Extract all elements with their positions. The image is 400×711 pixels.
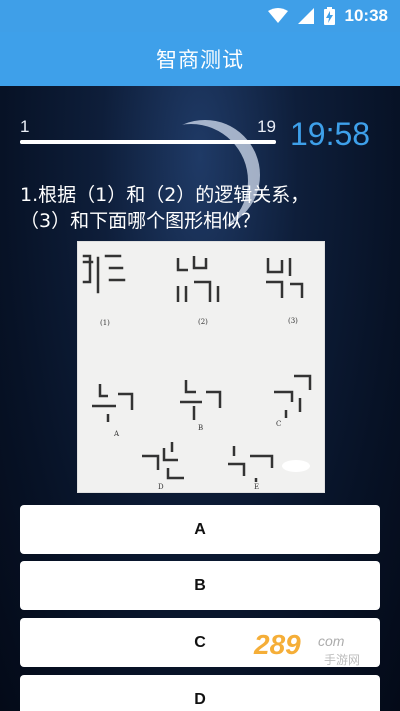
cell-signal-icon xyxy=(297,8,314,24)
app-bar: 智商测试 xyxy=(0,32,400,86)
page-title: 智商测试 xyxy=(156,48,244,72)
battery-charging-icon xyxy=(323,7,335,25)
figure-option-label-d: D xyxy=(158,483,164,491)
progress-min-label: 1 xyxy=(20,117,30,136)
progress-track xyxy=(20,140,276,144)
progress-fill xyxy=(20,140,276,144)
option-button-d[interactable]: D xyxy=(20,675,380,711)
option-label: C xyxy=(194,633,206,651)
figure-option-label-e: E xyxy=(254,483,259,491)
option-label: B xyxy=(194,576,206,594)
figure-smudge xyxy=(282,460,310,472)
option-label: D xyxy=(194,691,206,708)
figure-label-2: (2) xyxy=(198,318,208,326)
figure-label-1: (1) xyxy=(100,319,110,327)
status-time: 10:38 xyxy=(344,6,388,25)
puzzle-option-e xyxy=(228,446,274,482)
option-label: A xyxy=(194,520,206,538)
puzzle-option-b xyxy=(180,380,222,420)
puzzle-option-c xyxy=(274,374,312,418)
wifi-icon xyxy=(267,8,288,24)
question-line-1: 1.根据（1）和（2）的逻辑关系， xyxy=(20,184,310,206)
status-bar: 10:38 xyxy=(0,0,400,32)
progress-max-label: 19 xyxy=(257,117,276,136)
puzzle-figure-3 xyxy=(266,258,304,298)
puzzle-figure-svg: (1) (2) (3) A B C D E xyxy=(82,254,312,491)
figure-option-label-a: A xyxy=(113,430,120,438)
countdown-timer: 19:58 xyxy=(290,116,371,152)
puzzle-option-a xyxy=(92,384,134,422)
option-button-b[interactable]: B xyxy=(20,561,380,610)
figure-option-label-b: B xyxy=(198,424,203,432)
question-progress: 1 19 xyxy=(20,117,278,147)
question-text: 1.根据（1）和（2）的逻辑关系， （3）和下面哪个图形相似？ xyxy=(20,182,380,234)
question-figure: (1) (2) (3) A B C D E xyxy=(77,241,325,493)
option-button-c[interactable]: C xyxy=(20,618,380,667)
figure-option-label-c: C xyxy=(276,420,281,428)
option-button-a[interactable]: A xyxy=(20,505,380,554)
puzzle-figure-1 xyxy=(82,254,126,294)
puzzle-top-labels: (1) (2) (3) xyxy=(100,317,298,327)
figure-label-3: (3) xyxy=(288,317,298,325)
puzzle-option-d xyxy=(142,442,184,480)
question-line-2: （3）和下面哪个图形相似？ xyxy=(20,210,261,232)
puzzle-figure-2 xyxy=(176,256,220,302)
